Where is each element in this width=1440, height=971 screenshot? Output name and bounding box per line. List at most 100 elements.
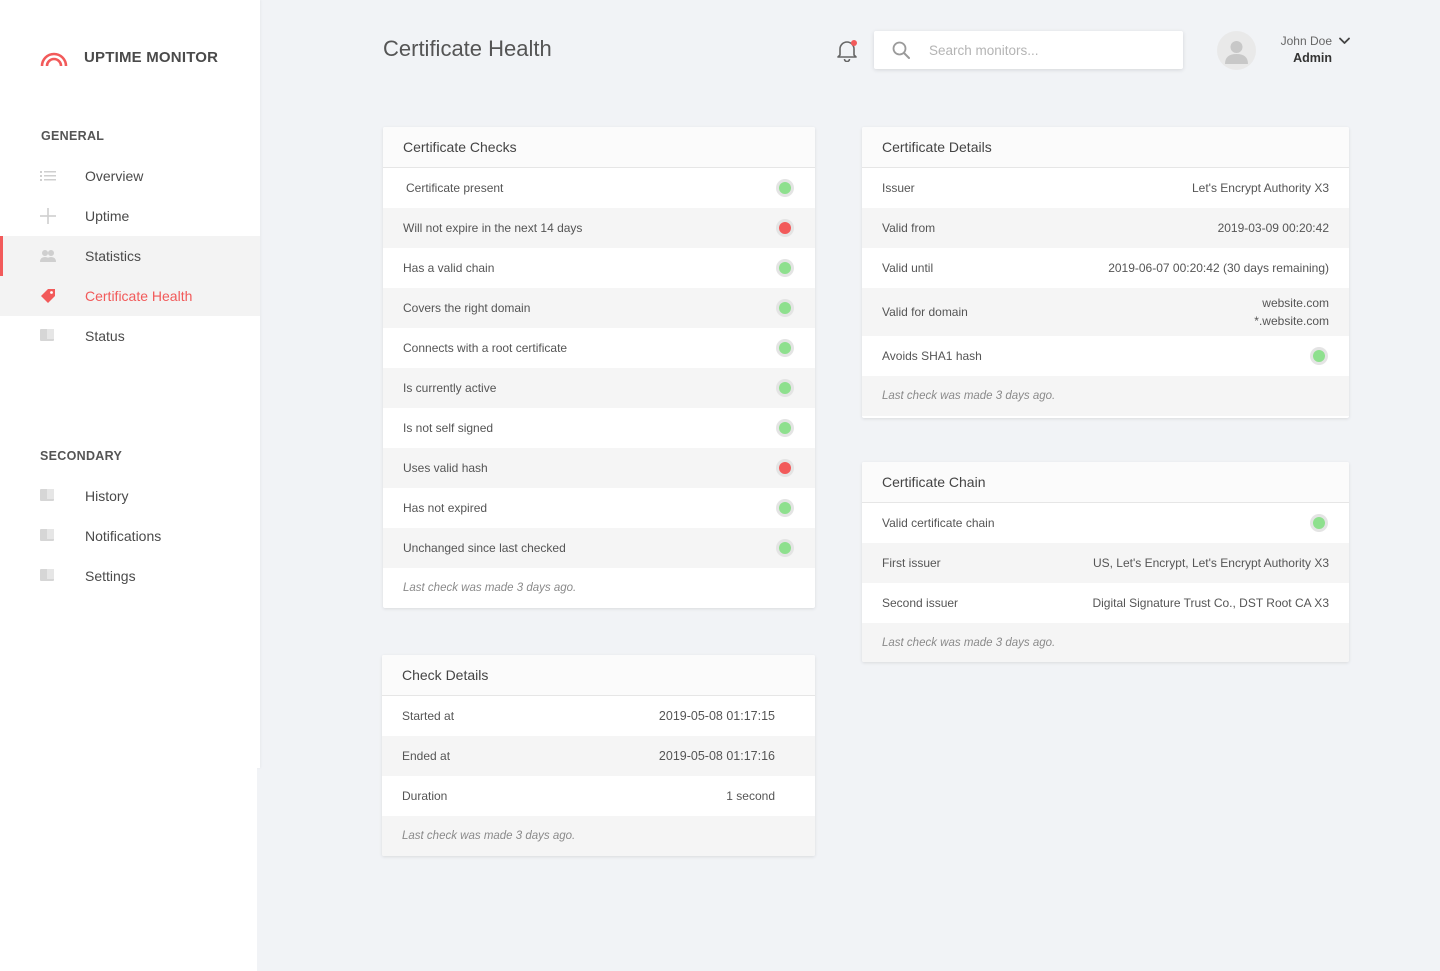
sidebar-item-status[interactable]: Status (0, 316, 260, 356)
detail-row-ended: Ended at 2019-05-08 01:17:16 (382, 736, 815, 776)
book-icon (40, 569, 54, 581)
user-avatar-icon (1225, 41, 1248, 64)
row-value: website.com *.website.com (1254, 294, 1329, 330)
domain-value: *.website.com (1254, 314, 1329, 328)
status-ok-indicator (1310, 347, 1328, 365)
sidebar: UPTIME MONITOR GENERAL Overview Uptime S… (0, 0, 260, 768)
status-ok-indicator (776, 179, 794, 197)
domain-value: website.com (1262, 296, 1329, 310)
book-icon (40, 529, 54, 541)
search-icon (892, 41, 910, 59)
last-check-note: Last check was made 3 days ago. (862, 376, 1349, 416)
notification-badge-dot (851, 40, 857, 46)
certificate-details-card: Certificate Details Issuer Let's Encrypt… (862, 127, 1349, 418)
chain-row-second-issuer: Second issuer Digital Signature Trust Co… (862, 583, 1349, 623)
check-details-card: Check Details Started at 2019-05-08 01:1… (382, 655, 815, 856)
card-title: Check Details (382, 655, 815, 696)
row-label: Issuer (882, 181, 915, 195)
logo-icon (40, 52, 68, 67)
sidebar-item-history[interactable]: History (0, 476, 260, 516)
row-label: Started at (402, 709, 455, 723)
row-label: Second issuer (882, 596, 959, 610)
detail-row-duration: Duration 1 second (382, 776, 815, 816)
check-label: Covers the right domain (403, 301, 531, 315)
check-row: Uses valid hash (383, 448, 815, 488)
row-label: Valid until (882, 261, 934, 275)
general-section-label: GENERAL (41, 129, 105, 143)
status-fail-indicator (776, 219, 794, 237)
certificate-checks-card: Certificate Checks Certificate present Wi… (383, 127, 815, 608)
sidebar-item-label: History (85, 488, 129, 504)
last-check-note: Last check was made 3 days ago. (382, 816, 815, 856)
chain-row-first-issuer: First issuer US, Let's Encrypt, Let's En… (862, 543, 1349, 583)
sidebar-item-label: Certificate Health (85, 288, 193, 304)
brand[interactable]: UPTIME MONITOR (40, 46, 218, 68)
detail-row-issuer: Issuer Let's Encrypt Authority X3 (862, 168, 1349, 208)
detail-row-sha1: Avoids SHA1 hash (862, 336, 1349, 376)
user-menu[interactable]: John Doe Admin (1270, 34, 1332, 66)
check-row: Has a valid chain (383, 248, 815, 288)
status-ok-indicator (776, 539, 794, 557)
check-row: Is not self signed (383, 408, 815, 448)
tag-icon (41, 289, 55, 303)
page-title: Certificate Health (383, 36, 552, 61)
check-label: Will not expire in the next 14 days (403, 221, 583, 235)
detail-row-domain: Valid for domain website.com *.website.c… (862, 288, 1349, 336)
sidebar-item-settings[interactable]: Settings (0, 556, 260, 596)
check-row: Has not expired (383, 488, 815, 528)
sidebar-item-label: Statistics (85, 248, 142, 264)
search-input[interactable] (929, 40, 1169, 60)
avatar[interactable] (1217, 31, 1256, 70)
sidebar-item-overview[interactable]: Overview (0, 156, 260, 196)
check-row: Certificate present (383, 168, 815, 208)
sidebar-item-label: Settings (85, 568, 136, 584)
row-value: 2019-05-08 01:17:15 (658, 709, 775, 723)
check-label: Unchanged since last checked (403, 541, 566, 555)
certificate-chain-card: Certificate Chain Valid certificate chai… (862, 462, 1349, 662)
detail-row-valid-until: Valid until 2019-06-07 00:20:42 (30 days… (862, 248, 1349, 288)
row-label: Ended at (402, 749, 451, 763)
plus-icon (40, 208, 56, 224)
row-label: Valid from (882, 221, 936, 235)
chevron-down-icon[interactable] (1339, 37, 1350, 45)
status-ok-indicator (776, 419, 794, 437)
sidebar-item-label: Overview (85, 168, 144, 184)
check-label: Is currently active (403, 381, 497, 395)
status-ok-indicator (776, 379, 794, 397)
user-name: John Doe (1280, 34, 1332, 48)
sidebar-item-statistics[interactable]: Statistics (0, 236, 260, 276)
check-label: Has not expired (403, 501, 488, 515)
check-label: Has a valid chain (403, 261, 495, 275)
check-label: Certificate present (406, 181, 504, 195)
user-role: Admin (1293, 51, 1332, 65)
notifications-button[interactable] (836, 38, 858, 63)
status-ok-indicator (1310, 514, 1328, 532)
sidebar-item-label: Notifications (85, 528, 162, 544)
status-ok-indicator (776, 339, 794, 357)
row-label: Avoids SHA1 hash (882, 349, 982, 363)
sidebar-item-notifications[interactable]: Notifications (0, 516, 260, 556)
status-ok-indicator (776, 499, 794, 517)
sidebar-item-certificate-health[interactable]: Certificate Health (0, 276, 260, 316)
sidebar-item-label: Uptime (85, 208, 130, 224)
row-value: Digital Signature Trust Co., DST Root CA… (1092, 596, 1329, 610)
last-check-note: Last check was made 3 days ago. (862, 623, 1349, 662)
secondary-section-label: SECONDARY (40, 449, 123, 463)
status-fail-indicator (776, 459, 794, 477)
row-label: Duration (402, 789, 448, 803)
check-row: Is currently active (383, 368, 815, 408)
sidebar-item-label: Status (85, 328, 125, 344)
row-label: Valid for domain (882, 305, 968, 319)
row-label: Valid certificate chain (882, 516, 995, 530)
row-value: 2019-05-08 01:17:16 (658, 749, 775, 763)
general-nav: Overview Uptime Statistics Certificate H… (0, 156, 260, 356)
status-ok-indicator (776, 299, 794, 317)
detail-row-started: Started at 2019-05-08 01:17:15 (382, 696, 815, 736)
row-value: 2019-03-09 00:20:42 (1217, 221, 1329, 235)
row-value: Let's Encrypt Authority X3 (1191, 181, 1329, 195)
chain-row-valid: Valid certificate chain (862, 503, 1349, 543)
search-box[interactable] (874, 31, 1183, 69)
sidebar-item-uptime[interactable]: Uptime (0, 196, 260, 236)
card-title: Certificate Details (862, 127, 1349, 168)
check-label: Connects with a root certificate (403, 341, 568, 355)
